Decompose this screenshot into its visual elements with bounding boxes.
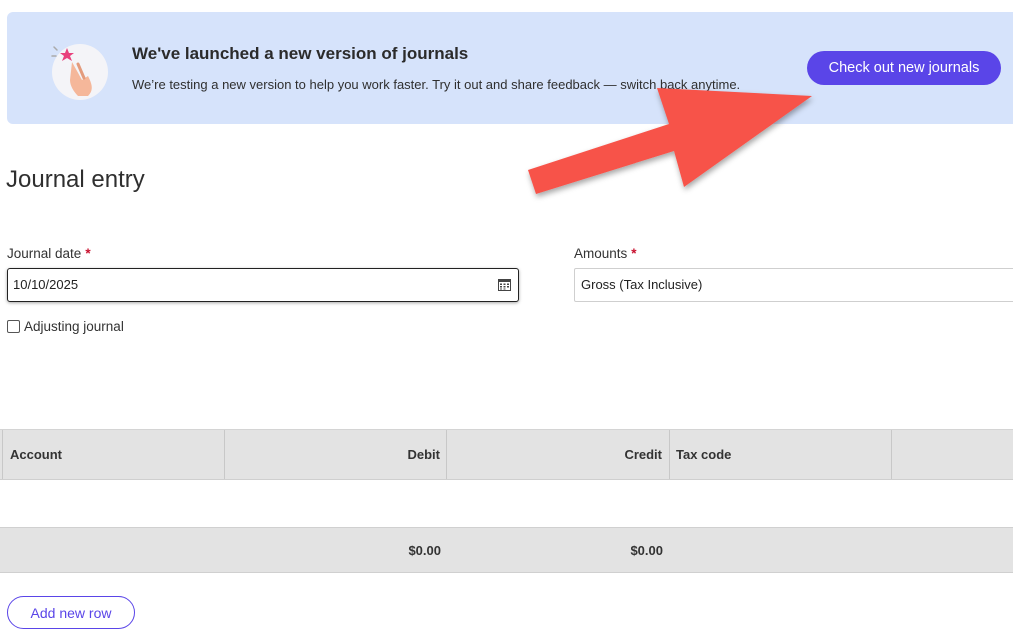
banner-subtitle: We’re testing a new version to help you … [132,77,741,92]
banner-title: We've launched a new version of journals [132,44,469,63]
column-header-credit[interactable]: Credit [447,430,670,479]
amounts-label: Amounts * [574,246,637,261]
required-marker: * [85,246,91,261]
total-credit: $0.00 [630,543,663,558]
column-header-actions [892,430,1013,479]
journal-date-label-text: Journal date [7,246,82,261]
adjusting-journal-label[interactable]: Adjusting journal [24,319,124,334]
adjusting-journal-checkbox[interactable] [7,320,20,333]
page-title: Journal entry [6,166,145,193]
column-header-account[interactable]: Account [2,430,225,479]
amounts-select[interactable]: Gross (Tax Inclusive) [574,268,1013,302]
calendar-icon[interactable] [498,278,511,291]
add-new-row-button[interactable]: Add new row [7,596,135,629]
column-header-tax-code[interactable]: Tax code [670,430,892,479]
journal-date-label: Journal date * [7,246,91,261]
amounts-label-text: Amounts [574,246,628,261]
journal-grid-totals: $0.00 $0.00 [0,527,1013,573]
new-journals-banner: We've launched a new version of journals… [7,12,1013,124]
journal-grid-body [0,480,1013,527]
check-out-new-journals-button[interactable]: Check out new journals [807,51,1001,85]
column-header-debit[interactable]: Debit [225,430,447,479]
hand-sparkle-illustration-icon [51,44,108,100]
journal-grid-header: Account Debit Credit Tax code [0,429,1013,480]
journal-date-input[interactable]: 10/10/2025 [7,268,519,302]
journal-date-value: 10/10/2025 [13,277,79,292]
required-marker: * [631,246,637,261]
total-debit: $0.00 [408,543,441,558]
adjusting-journal-row: Adjusting journal [7,319,124,334]
